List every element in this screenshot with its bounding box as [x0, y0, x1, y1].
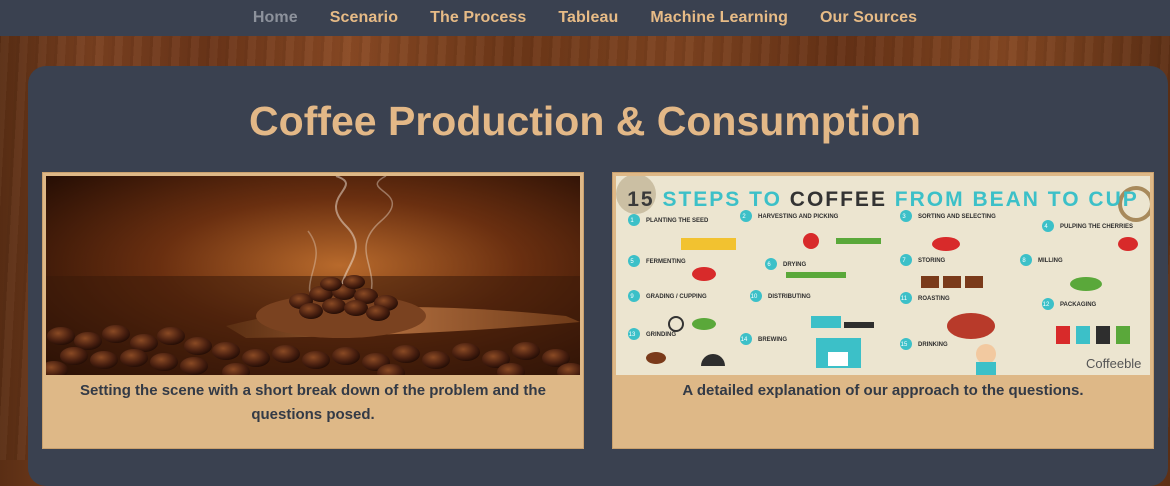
process-card[interactable]: PLANTING THE SEED HARVESTING AND PICKING… — [612, 172, 1154, 449]
step-label: GRINDING — [646, 332, 676, 338]
step-label: STORING — [918, 258, 946, 264]
step-number: 15 — [901, 342, 908, 348]
nav-machine-learning[interactable]: Machine Learning — [650, 9, 788, 27]
top-navbar: Home Scenario The Process Tableau Machin… — [0, 0, 1170, 36]
step-label: PACKAGING — [1060, 302, 1097, 308]
step-label: FERMENTING — [646, 259, 686, 265]
step-label: PLANTING THE SEED — [646, 218, 709, 224]
step-label: BREWING — [758, 337, 787, 343]
step-number: 13 — [629, 332, 636, 338]
step-number: 11 — [901, 296, 908, 302]
coffee-beans-photo — [46, 176, 580, 375]
infographic-brand: Coffeeble — [1086, 356, 1141, 371]
nav-the-process[interactable]: The Process — [430, 9, 526, 27]
nav-tableau[interactable]: Tableau — [558, 9, 618, 27]
step-label: ROASTING — [918, 296, 950, 302]
coffee-beans-image[interactable] — [46, 176, 580, 375]
process-caption: A detailed explanation of our approach t… — [682, 382, 1084, 399]
page-title: Coffee Production & Consumption — [249, 98, 921, 144]
infographic-title-b: COFFEE — [789, 188, 887, 211]
scenario-caption: Setting the scene with a short break dow… — [80, 382, 546, 423]
infographic-title-c: FROM BEAN TO CUP — [894, 188, 1139, 211]
step-label: SORTING AND SELECTING — [918, 214, 996, 220]
nav-scenario[interactable]: Scenario — [330, 9, 398, 27]
nav-our-sources[interactable]: Our Sources — [820, 9, 917, 27]
infographic-title-a: STEPS TO — [662, 188, 782, 211]
step-label: PULPING THE CHERRIES — [1060, 224, 1133, 230]
infographic-number: 15 — [627, 188, 655, 211]
step-label: DISTRIBUTING — [768, 294, 811, 300]
process-infographic-image[interactable]: PLANTING THE SEED HARVESTING AND PICKING… — [616, 176, 1150, 375]
step-number: 12 — [1043, 302, 1050, 308]
step-label: MILLING — [1038, 258, 1063, 264]
step-label: HARVESTING AND PICKING — [758, 214, 839, 220]
step-label: DRINKING — [918, 342, 948, 348]
step-number: 10 — [751, 294, 758, 300]
step-label: DRYING — [783, 262, 806, 268]
step-number: 14 — [741, 337, 748, 343]
step-label: GRADING / CUPPING — [646, 294, 707, 300]
nav-home[interactable]: Home — [253, 9, 298, 27]
infographic-title: 15 STEPS TO COFFEE FROM BEAN TO CUP — [616, 188, 1150, 212]
scenario-card[interactable]: Setting the scene with a short break dow… — [42, 172, 584, 449]
